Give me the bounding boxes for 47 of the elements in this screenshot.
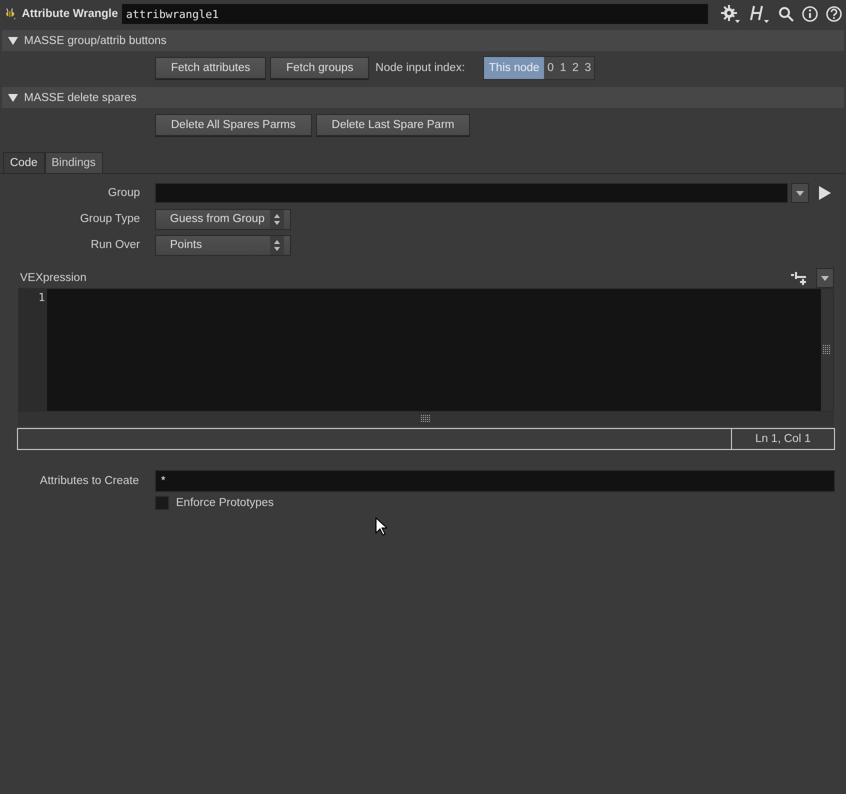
mouse-cursor-icon <box>375 517 387 537</box>
input-index-label: Node input index: <box>375 62 465 74</box>
dropdown-button[interactable] <box>791 183 809 203</box>
cursor-position: Ln 1, Col 1 <box>731 429 834 449</box>
add-parameter-icon[interactable] <box>791 271 807 285</box>
node-type-label: Attribute Wrangle <box>22 8 118 20</box>
dropdown-menu[interactable]: Guess from Group <box>155 208 291 230</box>
up-down-arrows-icon <box>270 236 284 254</box>
action-button[interactable]: Fetch attributes <box>155 57 266 79</box>
parameter-label: Group <box>107 187 141 199</box>
action-button[interactable]: Delete Last Spare Parm <box>316 114 470 136</box>
up-down-arrows-icon <box>270 210 284 228</box>
input-index-option[interactable]: 1 <box>556 57 570 79</box>
parameter-label: Run Over <box>90 239 141 251</box>
search-icon[interactable] <box>778 6 794 22</box>
folder-label: MASSE delete spares <box>24 92 137 104</box>
dropdown-button[interactable] <box>816 268 834 288</box>
action-button[interactable]: Delete All Spares Parms <box>155 114 312 136</box>
checkbox[interactable] <box>155 496 169 510</box>
parameter-label: Attributes to Create <box>38 475 140 487</box>
folder-header[interactable]: MASSE delete spares <box>2 87 844 108</box>
input-index-option[interactable]: 3 <box>582 57 594 79</box>
checkbox-label: Enforce Prototypes <box>176 497 274 509</box>
gear-icon[interactable] <box>720 5 740 23</box>
caret-icon <box>796 190 804 196</box>
select-arrow-icon[interactable] <box>819 186 831 200</box>
dropdown-menu[interactable]: Points <box>155 234 291 256</box>
parameter-label: Group Type <box>79 213 141 225</box>
line-number: 1 <box>37 291 45 304</box>
input-index-option[interactable]: 2 <box>569 57 582 79</box>
action-button[interactable]: Fetch groups <box>270 57 370 79</box>
vexpression-label: VEXpression <box>20 272 86 284</box>
folder-header[interactable]: MASSE group/attrib buttons <box>2 30 844 51</box>
tab[interactable]: Bindings <box>44 152 103 173</box>
folder-label: MASSE group/attrib buttons <box>24 34 167 46</box>
attributes-field[interactable]: * <box>155 470 835 492</box>
tab[interactable]: Code <box>3 152 44 173</box>
input-index-option[interactable]: 0 <box>544 57 557 79</box>
code-editor[interactable]: 1 <box>18 288 834 412</box>
group-field[interactable] <box>155 183 788 203</box>
expand-triangle-icon[interactable] <box>8 36 18 44</box>
help-icon[interactable] <box>826 6 842 22</box>
info-icon[interactable] <box>802 6 818 22</box>
node-name-field[interactable]: attribwrangle1 <box>122 4 708 24</box>
expand-triangle-icon[interactable] <box>8 94 18 102</box>
help-h-icon[interactable] <box>748 5 770 23</box>
caret-icon <box>821 276 829 280</box>
